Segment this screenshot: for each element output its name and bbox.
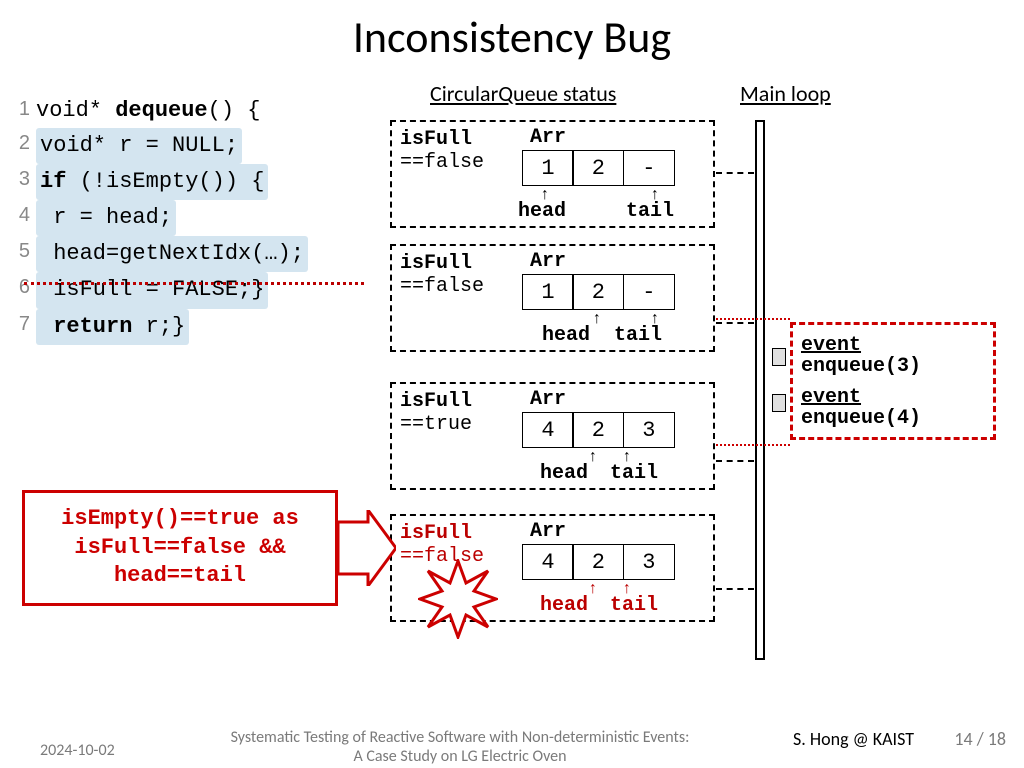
footer-sub1: Systematic Testing of Reactive Software …	[231, 728, 690, 747]
bug-callout: isEmpty()==true as isFull==false && head…	[22, 490, 338, 606]
s3-val: ==true	[400, 413, 472, 436]
up-arrow-icon: ↑	[588, 580, 598, 598]
event-label: event	[801, 335, 985, 356]
s3-arr: Arr	[530, 388, 566, 411]
s1-tail: tail	[626, 200, 674, 223]
cell: 1	[522, 150, 574, 186]
s1-val: ==false	[400, 151, 484, 174]
s2-cells: 1 2 -	[522, 274, 675, 310]
s1-head: head	[518, 200, 566, 223]
s3-tail: tail	[610, 462, 658, 485]
s3-head: head	[540, 462, 588, 485]
burst-icon	[418, 559, 498, 644]
s1-arr: Arr	[530, 126, 566, 149]
event-marker	[772, 348, 786, 366]
code-l4: r = head;	[40, 205, 172, 230]
cell: 2	[572, 150, 624, 186]
s3-cells: 4 2 3	[522, 412, 675, 448]
heading-mainloop: Main loop	[740, 80, 831, 107]
event-call: enqueue(4)	[801, 408, 985, 429]
conn-line	[716, 460, 754, 462]
slide-title: Inconsistency Bug	[0, 0, 1024, 64]
event-dotted	[716, 318, 790, 320]
split-line	[24, 282, 364, 285]
s1-isfull: isFull	[400, 128, 472, 151]
s4-arr: Arr	[530, 520, 566, 543]
conn-line	[716, 172, 754, 174]
code-block: 1void* dequeue() { 2void* r = NULL; 3if …	[12, 94, 308, 345]
s2-val: ==false	[400, 275, 484, 298]
s2-head: head	[542, 324, 590, 347]
event-call: enqueue(3)	[801, 356, 985, 377]
event-dotted	[716, 444, 790, 446]
cell: 1	[522, 274, 574, 310]
s4-isfull: isFull	[400, 522, 472, 545]
s4-head: head	[540, 594, 588, 617]
up-arrow-icon: ↑	[588, 448, 598, 466]
footer-sub2: A Case Study on LG Electric Oven	[353, 747, 566, 766]
s4-tail: tail	[610, 594, 658, 617]
state-1: isFull ==false Arr 1 2 - ↑ ↑ head tail	[390, 120, 715, 228]
cell: -	[623, 274, 675, 310]
event-marker	[772, 394, 786, 412]
up-arrow-icon: ↑	[592, 310, 602, 328]
fn-name: dequeue	[115, 98, 207, 123]
callout-line: head==tail	[114, 562, 246, 591]
heading-circularqueue: CircularQueue status	[430, 80, 616, 107]
footer-date: 2024-10-02	[40, 741, 115, 760]
event-box: event enqueue(3) event enqueue(4)	[790, 322, 996, 440]
cell: 2	[572, 274, 624, 310]
s2-isfull: isFull	[400, 252, 472, 275]
code-l2: void* r = NULL;	[40, 133, 238, 158]
conn-line	[716, 588, 754, 590]
cell: 3	[623, 544, 675, 580]
s4-cells: 4 2 3	[522, 544, 675, 580]
conn-line	[716, 322, 754, 324]
s3-isfull: isFull	[400, 390, 472, 413]
cell: 2	[572, 412, 624, 448]
event-label: event	[801, 387, 985, 408]
cell: -	[623, 150, 675, 186]
mainloop-bar	[755, 120, 765, 660]
footer-subtitle: Systematic Testing of Reactive Software …	[150, 728, 770, 766]
footer-pageno: 14 / 18	[954, 728, 1006, 750]
s2-arr: Arr	[530, 250, 566, 273]
s2-tail: tail	[614, 324, 662, 347]
callout-arrow-icon	[338, 510, 396, 586]
state-2: isFull ==false Arr 1 2 - ↑ ↑ head tail	[390, 244, 715, 352]
cell: 4	[522, 412, 574, 448]
cell: 3	[623, 412, 675, 448]
code-l5: head=getNextIdx(…);	[40, 241, 304, 266]
slide-body: 1void* dequeue() { 2void* r = NULL; 3if …	[0, 64, 1024, 704]
s1-cells: 1 2 -	[522, 150, 675, 186]
callout-line: isEmpty()==true as	[61, 505, 299, 534]
callout-line: isFull==false &&	[74, 534, 285, 563]
cell: 2	[572, 544, 624, 580]
footer-author: S. Hong @ KAIST	[793, 728, 914, 750]
state-3: isFull ==true Arr 4 2 3 ↑ ↑ head tail	[390, 382, 715, 490]
cell: 4	[522, 544, 574, 580]
